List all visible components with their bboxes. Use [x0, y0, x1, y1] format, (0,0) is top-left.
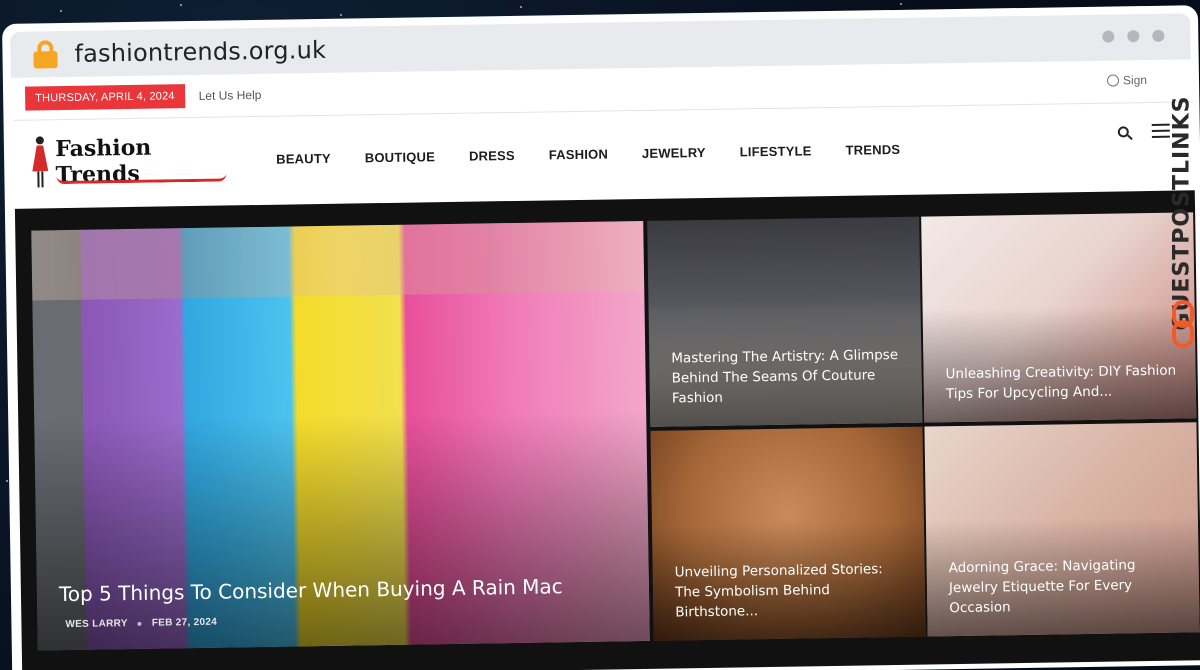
window-dot-icon[interactable]: [1127, 30, 1140, 43]
window-dot-icon[interactable]: [1152, 29, 1165, 42]
nav-jewelry[interactable]: JEWELRY: [642, 144, 706, 160]
post-card-title[interactable]: Adorning Grace: Navigating Jewelry Etiqu…: [949, 555, 1182, 619]
nav-fashion[interactable]: FASHION: [549, 146, 608, 162]
site-header: Fashion Trends BEAUTY BOUTIQUE DRESS FAS…: [14, 103, 1195, 204]
hamburger-menu-icon[interactable]: [1151, 123, 1170, 138]
nav-beauty[interactable]: BEAUTY: [276, 150, 331, 166]
featured-grid: Top 5 Things To Consider When Buying A R…: [14, 190, 1200, 670]
browser-window: fashiontrends.org.uk THURSDAY, APRIL 4, …: [2, 5, 1200, 670]
fashion-figure-icon: [30, 136, 50, 188]
main-nav: BEAUTY BOUTIQUE DRESS FASHION JEWELRY LI…: [276, 141, 900, 166]
address-bar[interactable]: fashiontrends.org.uk: [10, 13, 1191, 78]
nav-lifestyle[interactable]: LIFESTYLE: [740, 143, 812, 159]
nav-boutique[interactable]: BOUTIQUE: [365, 149, 435, 165]
signin-link[interactable]: Sign: [1106, 73, 1148, 88]
nav-dress[interactable]: DRESS: [469, 147, 515, 163]
post-date: FEB 27, 2024: [151, 616, 218, 629]
chain-link-icon: [1172, 300, 1194, 350]
featured-post[interactable]: Top 5 Things To Consider When Buying A R…: [31, 220, 650, 651]
search-icon[interactable]: [1117, 126, 1133, 141]
site-logo[interactable]: Fashion Trends: [30, 129, 237, 192]
post-card-title[interactable]: Mastering The Artistry: A Glimpse Behind…: [671, 345, 904, 409]
post-card[interactable]: Mastering The Artistry: A Glimpse Behind…: [647, 216, 923, 427]
post-card[interactable]: Unleashing Creativity: DIY Fashion Tips …: [921, 212, 1197, 423]
help-link[interactable]: Let Us Help: [199, 88, 262, 103]
nav-trends[interactable]: TRENDS: [845, 141, 900, 157]
watermark-text: GUESTPOSTLINKS: [1169, 95, 1195, 331]
post-card-title[interactable]: Unleashing Creativity: DIY Fashion Tips …: [945, 361, 1178, 405]
window-dot-icon[interactable]: [1102, 30, 1115, 43]
post-card-title[interactable]: Unveiling Personalized Stories: The Symb…: [675, 559, 908, 623]
window-controls: [1102, 29, 1165, 43]
post-card[interactable]: Adorning Grace: Navigating Jewelry Etiqu…: [924, 422, 1200, 637]
date-badge: THURSDAY, APRIL 4, 2024: [24, 84, 185, 111]
post-author[interactable]: WES LARRY: [65, 618, 128, 630]
lock-icon: [32, 40, 58, 69]
signin-label: Sign: [1122, 73, 1148, 88]
url-text[interactable]: fashiontrends.org.uk: [74, 36, 326, 68]
user-icon: [1106, 74, 1120, 87]
post-card[interactable]: Unveiling Personalized Stories: The Symb…: [650, 426, 926, 641]
meta-separator: [137, 621, 142, 626]
